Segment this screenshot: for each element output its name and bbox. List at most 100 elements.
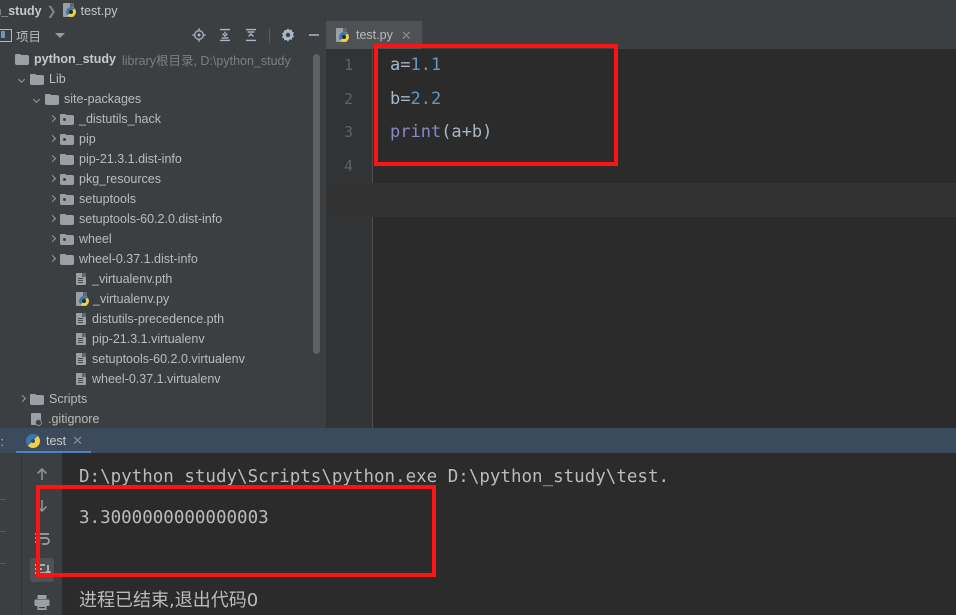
console-line: 3.3000000000000003 — [79, 508, 269, 528]
chevron-right-icon[interactable] — [47, 154, 58, 165]
close-icon[interactable]: ✕ — [72, 433, 83, 449]
code-text: b= — [390, 88, 411, 109]
tree-row-label: Scripts — [49, 392, 88, 406]
folder-icon — [60, 213, 74, 225]
chevron-right-icon[interactable] — [47, 134, 58, 145]
settings-gear-icon[interactable] — [280, 27, 296, 43]
scroll-to-end-icon[interactable] — [30, 558, 54, 582]
tree-arrow-placeholder — [62, 334, 73, 345]
chevron-down-icon[interactable] — [55, 32, 66, 38]
tree-row-label: python_study — [34, 52, 116, 66]
breadcrumb-file[interactable]: test.py — [81, 4, 118, 18]
tree-arrow-placeholder — [62, 274, 73, 285]
project-tree-scrollbar[interactable] — [313, 54, 320, 354]
code-content[interactable]: a=1.1 b=2.2 print(a+b) — [326, 49, 956, 428]
line-number: 4 — [343, 156, 353, 175]
tree-row-label: Lib — [49, 72, 66, 86]
package-folder-icon — [60, 113, 74, 125]
tree-arrow-placeholder — [2, 54, 13, 65]
chevron-right-icon[interactable] — [17, 394, 28, 405]
tree-row[interactable]: setuptools-60.2.0.virtualenv — [0, 349, 326, 369]
code-editor[interactable]: 12345 a=1.1b=2.2print(a+b) — [326, 49, 956, 428]
tree-row[interactable]: python_study library根目录, D:\python_study — [0, 49, 326, 69]
text-file-icon — [75, 352, 87, 366]
run-tab-label: test — [45, 433, 67, 448]
tree-row[interactable]: pip — [0, 129, 326, 149]
chevron-right-icon[interactable] — [47, 174, 58, 185]
code-number-literal: 2.2 — [410, 88, 442, 109]
tree-row-label: _virtualenv.pth — [92, 272, 173, 286]
chevron-right-icon[interactable] — [47, 234, 58, 245]
toolbar-divider — [269, 27, 270, 43]
chevron-right-icon: ❯ — [46, 3, 57, 18]
tree-row[interactable]: pip-21.3.1.dist-info — [0, 149, 326, 169]
tree-row[interactable]: wheel — [0, 229, 326, 249]
code-line[interactable]: b=2.2 — [373, 83, 956, 117]
tree-row[interactable]: site-packages — [0, 89, 326, 109]
tree-row[interactable]: wheel-0.37.1.dist-info — [0, 249, 326, 269]
text-file-icon — [75, 372, 87, 386]
code-text: (a+b) — [441, 122, 493, 142]
collapse-all-icon[interactable] — [243, 27, 259, 43]
code-line[interactable]: print(a+b) — [373, 116, 956, 150]
scroll-down-icon[interactable] — [30, 494, 54, 518]
python-file-icon — [62, 3, 77, 18]
chevron-right-icon[interactable] — [47, 194, 58, 205]
tree-row[interactable]: setuptools — [0, 189, 326, 209]
project-toolbar — [191, 21, 322, 49]
tree-row-label: pip-21.3.1.dist-info — [79, 152, 182, 166]
chevron-down-icon[interactable] — [32, 94, 43, 105]
chevron-right-icon[interactable] — [47, 114, 58, 125]
text-file-icon — [75, 312, 87, 326]
project-panel: 项目 python_study library根目录, D:\python_st… — [0, 21, 326, 428]
chevron-right-icon[interactable] — [47, 214, 58, 225]
line-number: 3 — [343, 123, 353, 141]
code-line[interactable] — [373, 150, 956, 184]
tree-row[interactable]: pip-21.3.1.virtualenv — [0, 329, 326, 349]
tree-row[interactable]: _virtualenv.pth — [0, 269, 326, 289]
soft-wrap-icon[interactable] — [30, 526, 54, 550]
tree-arrow-placeholder — [62, 374, 73, 385]
code-line[interactable] — [326, 183, 956, 217]
rail-tick — [0, 563, 6, 564]
expand-all-icon[interactable] — [217, 27, 233, 43]
tree-row-label: wheel-0.37.1.dist-info — [79, 252, 198, 266]
breadcrumb-project[interactable]: on_study — [0, 4, 42, 18]
close-icon[interactable]: ✕ — [401, 29, 412, 42]
tree-row[interactable]: _distutils_hack — [0, 109, 326, 129]
tree-row[interactable]: Scripts — [0, 389, 326, 409]
package-folder-icon — [60, 193, 74, 205]
run-tab-test[interactable]: test ✕ — [15, 428, 92, 453]
tree-row[interactable]: wheel-0.37.1.virtualenv — [0, 369, 326, 389]
project-tree[interactable]: python_study library根目录, D:\python_study L… — [0, 49, 326, 428]
tree-row[interactable]: Lib — [0, 69, 326, 89]
print-icon[interactable] — [30, 590, 54, 614]
locate-in-tree-icon[interactable] — [191, 27, 207, 43]
tree-row[interactable]: pkg_resources — [0, 169, 326, 189]
code-line[interactable]: a=1.1 — [373, 49, 956, 83]
chevron-right-icon[interactable] — [47, 254, 58, 265]
chevron-down-icon[interactable] — [17, 74, 28, 85]
tree-row-label: wheel — [79, 232, 112, 246]
scroll-up-icon[interactable] — [30, 462, 54, 486]
tree-row-label: _distutils_hack — [79, 112, 161, 126]
console-toolbar — [22, 453, 62, 615]
folder-icon — [15, 53, 29, 65]
tree-row-label: setuptools-60.2.0.dist-info — [79, 212, 223, 226]
console-line: D:\python_study\Scripts\python.exe D:\py… — [79, 467, 670, 487]
tree-arrow-placeholder — [17, 414, 28, 425]
tree-row[interactable]: setuptools-60.2.0.dist-info — [0, 209, 326, 229]
tree-row-label: pip — [79, 132, 96, 146]
tree-row-label: pip-21.3.1.virtualenv — [92, 332, 205, 346]
tree-row[interactable]: _virtualenv.py — [0, 289, 326, 309]
code-fold-strip[interactable] — [362, 49, 373, 428]
package-folder-icon — [60, 133, 74, 145]
tree-row[interactable]: distutils-precedence.pth — [0, 309, 326, 329]
tree-row[interactable]: .gitignore — [0, 409, 326, 428]
tree-arrow-placeholder — [62, 294, 73, 305]
console-output[interactable]: D:\python_study\Scripts\python.exe D:\py… — [62, 453, 956, 615]
editor-tab-test-py[interactable]: test.py ✕ — [326, 21, 422, 49]
hide-panel-icon[interactable] — [306, 27, 322, 43]
tree-row-label: .gitignore — [48, 412, 100, 426]
tree-arrow-placeholder — [62, 314, 73, 325]
